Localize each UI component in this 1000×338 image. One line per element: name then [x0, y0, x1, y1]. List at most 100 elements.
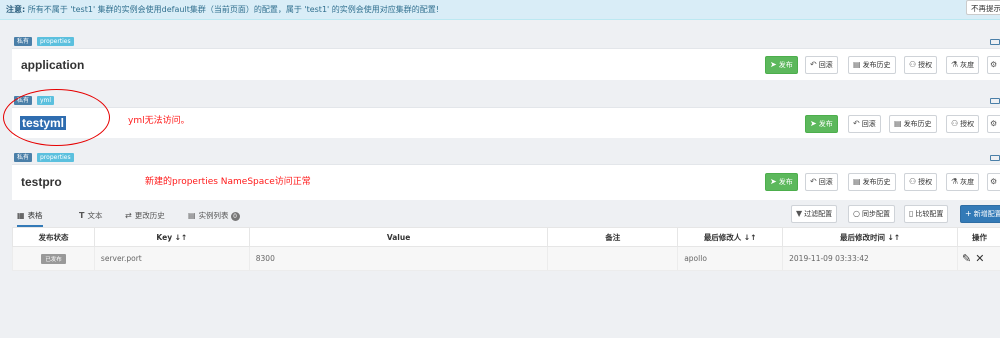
undo-icon: ↶ — [853, 119, 860, 128]
header-status: 发布状态 — [12, 227, 95, 247]
sync-config-button[interactable]: ○ 同步配置 — [848, 205, 895, 223]
tab-history[interactable]: ⇄ 更改历史 — [125, 210, 165, 221]
tab-history-label: 更改历史 — [134, 211, 165, 220]
notice-bar: 注意: 所有不属于 'test1' 集群的实例会使用default集群（当前页面… — [0, 0, 1000, 20]
tab-instances-label: 实例列表 — [198, 211, 229, 220]
gear-icon: ⚙ — [990, 177, 998, 186]
publish-button[interactable]: ➤ 发布 — [765, 173, 798, 191]
cell-key: server.port — [93, 246, 250, 271]
publish-label: 发布 — [778, 61, 793, 69]
text-icon: T — [79, 211, 85, 220]
delete-icon[interactable]: ✕ — [975, 252, 984, 265]
tab-text[interactable]: T 文本 — [79, 210, 102, 221]
auth-button[interactable]: ⚇ 授权 — [946, 115, 980, 133]
namespace-name: application — [21, 58, 85, 72]
rollback-button[interactable]: ↶ 回滚 — [805, 173, 838, 191]
tag-private: 私有 — [14, 37, 33, 46]
gray-label: 灰度 — [960, 178, 975, 186]
publish-button[interactable]: ➤ 发布 — [805, 115, 838, 133]
compare-label: 比较配置 — [915, 210, 944, 218]
namespace-name: testpro — [21, 175, 62, 189]
shuffle-icon: ⇄ — [125, 211, 132, 220]
notice-message: 所有不属于 'test1' 集群的实例会使用default集群（当前页面）的配置… — [27, 5, 439, 14]
namespace-panel-application: application ➤ 发布 ↶ 回滚 ▤ 发布历史 ⚇ 授权 ⚗ 灰度 ⚙ — [12, 48, 1000, 80]
rollback-button[interactable]: ↶ 回滚 — [805, 56, 838, 74]
tab-text-label: 文本 — [87, 211, 103, 220]
flask-icon: ⚗ — [951, 177, 959, 186]
dismiss-notice-button[interactable]: 不再提示 — [966, 0, 1000, 15]
settings-toggle-icon[interactable] — [990, 155, 1000, 161]
gray-release-button[interactable]: ⚗ 灰度 — [946, 56, 980, 74]
auth-label: 授权 — [918, 178, 933, 186]
filter-label: 过滤配置 — [804, 210, 833, 218]
table-icon: ▦ — [17, 211, 25, 220]
annotation-testpro: 新建的properties NameSpace访问正常 — [145, 177, 311, 187]
history-label: 发布历史 — [862, 178, 891, 186]
history-button[interactable]: ▤ 发布历史 — [848, 56, 896, 74]
notice-text: 注意: 所有不属于 'test1' 集群的实例会使用default集群（当前页面… — [6, 4, 439, 15]
settings-toggle-icon[interactable] — [990, 98, 1000, 104]
send-icon: ➤ — [810, 119, 817, 128]
auth-label: 授权 — [960, 120, 975, 128]
rollback-label: 回滚 — [861, 120, 876, 128]
tab-table[interactable]: ▦ 表格 — [17, 210, 43, 227]
send-icon: ➤ — [770, 177, 777, 186]
history-button[interactable]: ▤ 发布历史 — [848, 173, 896, 191]
namespace-tabs: ▦ 表格 T 文本 ⇄ 更改历史 ▤ 实例列表 0 ▼ 过滤配置 ○ 同步配置 ▯ 比较配置 +… — [12, 205, 1000, 227]
auth-label: 授权 — [918, 61, 933, 69]
history-icon: ▤ — [853, 177, 861, 186]
gear-icon: ⚙ — [990, 119, 998, 128]
table-row: 已发布 server.port 8300 apollo 2019-11-09 0… — [12, 246, 1000, 271]
red-highlight-ellipse — [3, 89, 110, 146]
sync-label: 同步配置 — [861, 210, 890, 218]
cell-status: 已发布 — [12, 246, 95, 271]
header-modifier[interactable]: 最后修改人 ↓↑ — [677, 227, 784, 247]
add-config-button[interactable]: + 新增配置 — [960, 205, 1000, 223]
filter-config-button[interactable]: ▼ 过滤配置 — [791, 205, 838, 223]
notice-label: 注意: — [6, 5, 26, 14]
tag-format: properties — [37, 37, 74, 46]
header-comment: 备注 — [547, 227, 679, 247]
more-settings-button[interactable]: ⚙ — [987, 115, 1000, 133]
more-settings-button[interactable]: ⚙ — [987, 56, 1000, 74]
publish-button[interactable]: ➤ 发布 — [765, 56, 798, 74]
config-table: 发布状态 Key ↓↑ Value 备注 最后修改人 ↓↑ 最后修改时间 ↓↑ … — [12, 227, 1000, 271]
auth-button[interactable]: ⚇ 授权 — [904, 56, 938, 74]
history-button[interactable]: ▤ 发布历史 — [889, 115, 937, 133]
rollback-label: 回滚 — [818, 178, 833, 186]
undo-icon: ↶ — [810, 177, 817, 186]
rollback-button[interactable]: ↶ 回滚 — [848, 115, 881, 133]
tab-instances[interactable]: ▤ 实例列表 0 — [188, 210, 240, 221]
user-icon: ⚇ — [951, 119, 959, 128]
list-icon: ▤ — [188, 211, 196, 220]
tag-private: 私有 — [14, 153, 33, 162]
auth-button[interactable]: ⚇ 授权 — [904, 173, 938, 191]
publish-label: 发布 — [818, 120, 833, 128]
user-icon: ⚇ — [909, 60, 917, 69]
annotation-yml: yml无法访问。 — [128, 116, 190, 126]
table-header-row: 发布状态 Key ↓↑ Value 备注 最后修改人 ↓↑ 最后修改时间 ↓↑ … — [12, 227, 1000, 247]
plus-icon: + — [965, 209, 972, 218]
header-ops: 操作 — [956, 227, 1000, 247]
status-badge: 已发布 — [41, 253, 66, 264]
cell-modified-time: 2019-11-09 03:33:42 — [782, 246, 958, 271]
history-label: 发布历史 — [903, 120, 932, 128]
header-key[interactable]: Key ↓↑ — [93, 227, 250, 247]
rollback-label: 回滚 — [818, 61, 833, 69]
tag-format: properties — [37, 153, 74, 162]
history-label: 发布历史 — [862, 61, 891, 69]
header-value: Value — [248, 227, 549, 247]
undo-icon: ↶ — [810, 60, 817, 69]
cell-modifier: apollo — [677, 246, 784, 271]
user-icon: ⚇ — [909, 177, 917, 186]
compare-config-button[interactable]: ▯ 比较配置 — [904, 205, 949, 223]
settings-toggle-icon[interactable] — [990, 39, 1000, 45]
sync-icon: ○ — [853, 209, 860, 218]
gray-release-button[interactable]: ⚗ 灰度 — [946, 173, 980, 191]
edit-icon[interactable]: ✎ — [962, 252, 971, 265]
history-icon: ▤ — [894, 119, 902, 128]
file-icon: ▯ — [909, 209, 914, 218]
instances-count-badge: 0 — [230, 212, 240, 221]
more-settings-button[interactable]: ⚙ — [987, 173, 1000, 191]
header-modified-time[interactable]: 最后修改时间 ↓↑ — [782, 227, 958, 247]
